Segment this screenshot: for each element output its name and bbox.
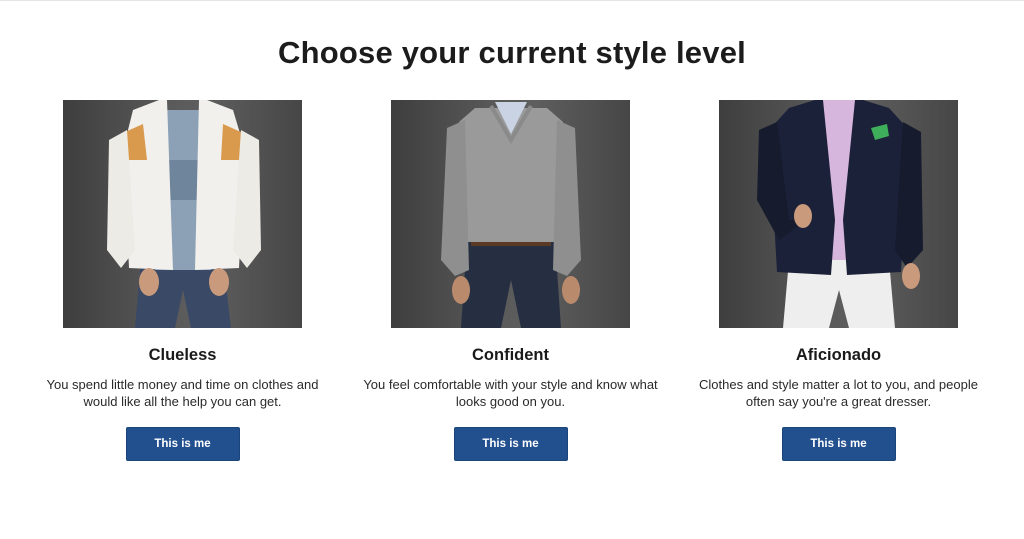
this-is-me-button-confident[interactable]: This is me [453,427,568,461]
this-is-me-button-aficionado[interactable]: This is me [781,427,896,461]
style-photo-clueless [63,100,302,328]
style-level-page: Choose your current style level Clueless… [0,0,1024,539]
style-photo-aficionado [719,100,958,328]
style-level-description: You feel comfortable with your style and… [363,377,658,409]
style-card-confident: Confident You feel comfortable with your… [363,100,658,461]
man-in-grey-sweater-image [441,102,581,328]
page-title: Choose your current style level [278,35,746,70]
man-in-white-track-jacket-image [107,100,261,328]
this-is-me-button-clueless[interactable]: This is me [125,427,240,461]
style-level-title: Aficionado [795,346,882,364]
style-level-description: Clothes and style matter a lot to you, a… [699,377,978,409]
style-level-title: Clueless [148,346,217,364]
style-level-title: Confident [472,346,549,364]
man-in-navy-blazer-image [757,100,923,328]
style-card-aficionado: Aficionado Clothes and style matter a lo… [699,100,978,461]
style-card-clueless: Clueless You spend little money and time… [47,100,318,461]
style-photo-confident [391,100,630,328]
style-level-description: You spend little money and time on cloth… [46,377,319,409]
